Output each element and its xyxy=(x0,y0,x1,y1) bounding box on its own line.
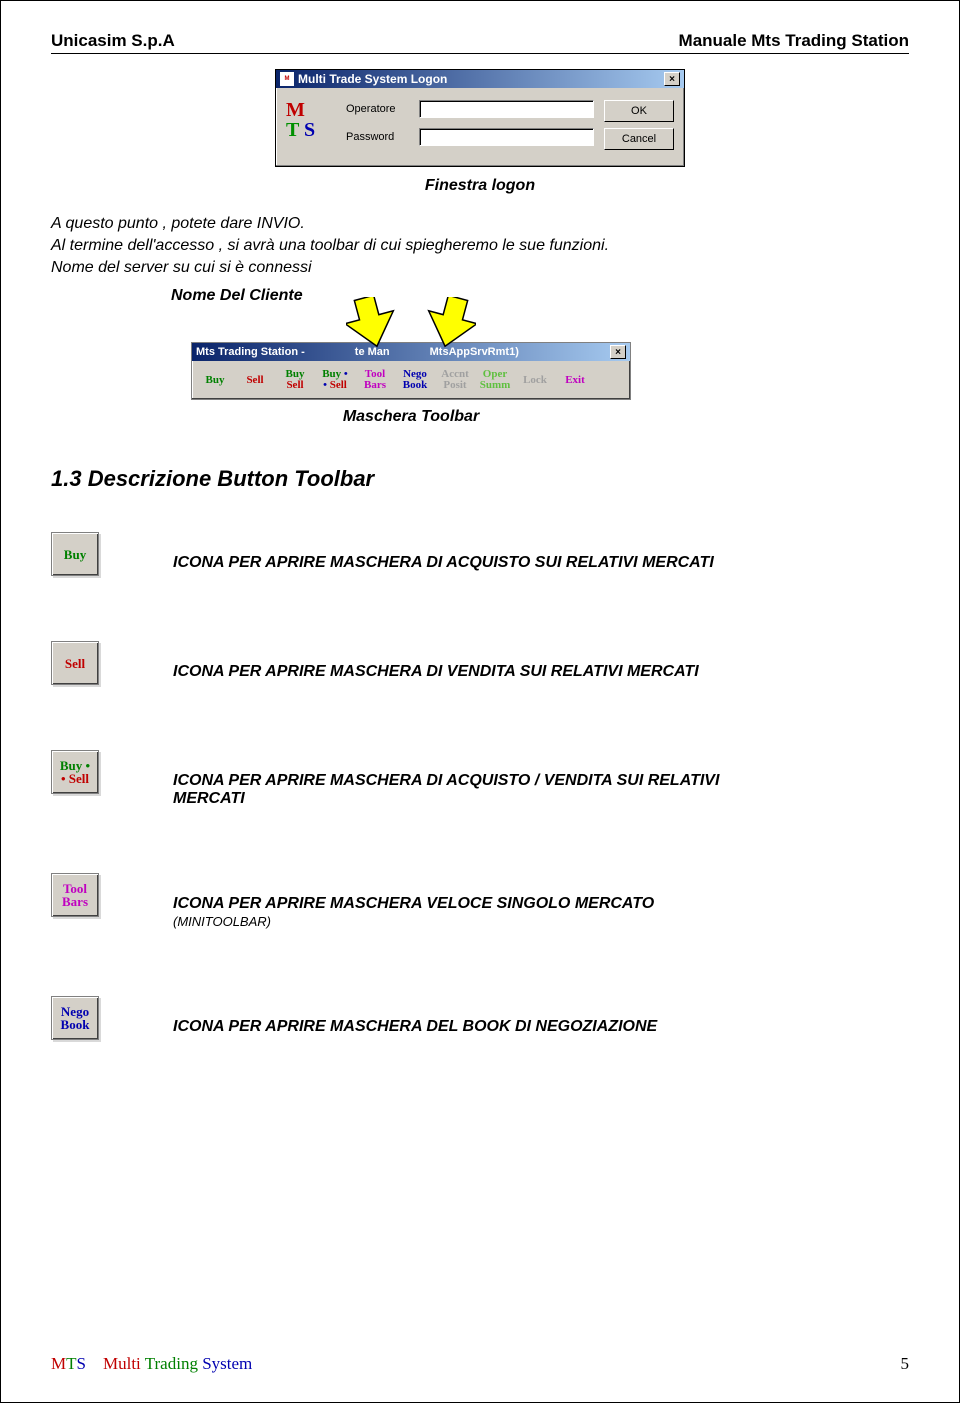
description-text: ICONA PER APRIRE MASCHERA DEL BOOK DI NE… xyxy=(173,1018,657,1036)
page-footer: MTS Multi Trading System 5 xyxy=(51,1354,909,1374)
accntposit-button[interactable]: Accnt Posit xyxy=(436,365,474,395)
operatore-input[interactable] xyxy=(419,100,594,118)
logon-titlebar: M Multi Trade System Logon × xyxy=(276,70,684,88)
operatore-label: Operatore xyxy=(346,103,411,115)
intro-line3: Nome del server su cui si è connessi xyxy=(51,259,909,277)
arrow-annotations xyxy=(191,297,909,347)
page-number: 5 xyxy=(901,1354,910,1374)
logon-dialog: M Multi Trade System Logon × M T S Opera… xyxy=(275,69,685,167)
footer-trading: Trading xyxy=(145,1354,198,1373)
footer-t: T xyxy=(66,1354,76,1373)
password-label: Password xyxy=(346,131,411,143)
toolbar-icon: ToolBars xyxy=(51,873,99,917)
description-text: ICONA PER APRIRE MASCHERA VELOCE SINGOLO… xyxy=(173,895,654,931)
toolbar-close-button[interactable]: × xyxy=(610,345,626,359)
toolbar-icon: Sell xyxy=(51,641,99,685)
password-input[interactable] xyxy=(419,128,594,146)
logon-caption: Finestra logon xyxy=(51,177,909,195)
close-button[interactable]: × xyxy=(664,72,680,86)
description-text: ICONA PER APRIRE MASCHERA DI ACQUISTO SU… xyxy=(173,554,714,572)
ok-button[interactable]: OK xyxy=(604,100,674,122)
toolbar-title-left: Mts Trading Station - xyxy=(196,346,305,358)
footer-multi: Multi xyxy=(103,1354,141,1373)
toolbar-icon: Buy xyxy=(51,532,99,576)
header-company: Unicasim S.p.A xyxy=(51,31,175,51)
description-row: ToolBars ICONA PER APRIRE MASCHERA VELOCE… xyxy=(51,873,909,931)
header-doc-title: Manuale Mts Trading Station xyxy=(679,31,909,51)
lock-button[interactable]: Lock xyxy=(516,365,554,395)
negobook-button[interactable]: Nego Book xyxy=(396,365,434,395)
arrow-icon xyxy=(426,297,476,352)
buysell2-button[interactable]: Buy • • Sell xyxy=(316,365,354,395)
description-row: NegoBook ICONA PER APRIRE MASCHERA DEL BO… xyxy=(51,996,909,1040)
app-icon: M xyxy=(280,72,294,86)
section-heading: 1.3 Descrizione Button Toolbar xyxy=(51,466,909,492)
description-text: ICONA PER APRIRE MASCHERA DI ACQUISTO / … xyxy=(173,772,793,808)
toolbars-button[interactable]: Tool Bars xyxy=(356,365,394,395)
toolbar-icon: NegoBook xyxy=(51,996,99,1040)
header-rule xyxy=(51,53,909,54)
buy-button[interactable]: Buy xyxy=(196,365,234,395)
footer-system: System xyxy=(202,1354,252,1373)
description-text: ICONA PER APRIRE MASCHERA DI VENDITA SUI… xyxy=(173,663,699,681)
opersumm-button[interactable]: Oper Summ xyxy=(476,365,514,395)
footer-s: S xyxy=(77,1354,86,1373)
cancel-button[interactable]: Cancel xyxy=(604,128,674,150)
description-row: Buy ICONA PER APRIRE MASCHERA DI ACQUISTO… xyxy=(51,532,909,576)
toolbar-caption: Maschera Toolbar xyxy=(191,408,631,426)
mts-logo: M T S xyxy=(286,100,336,150)
buysell-button[interactable]: Buy Sell xyxy=(276,365,314,395)
intro-line2: Al termine dell'accesso , si avrà una to… xyxy=(51,237,909,255)
footer-m: M xyxy=(51,1354,66,1373)
sell-button[interactable]: Sell xyxy=(236,365,274,395)
toolbar-window: Mts Trading Station - te Man MtsAppSrvRm… xyxy=(191,342,631,400)
logon-title: Multi Trade System Logon xyxy=(298,72,447,86)
description-row: Sell ICONA PER APRIRE MASCHERA DI VENDITA… xyxy=(51,641,909,685)
arrow-icon xyxy=(346,297,396,352)
intro-line1: A questo punto , potete dare INVIO. xyxy=(51,215,909,233)
description-row: Buy •• Sell ICONA PER APRIRE MASCHERA DI … xyxy=(51,750,909,808)
toolbar-icon: Buy •• Sell xyxy=(51,750,99,794)
exit-button[interactable]: Exit xyxy=(556,365,594,395)
